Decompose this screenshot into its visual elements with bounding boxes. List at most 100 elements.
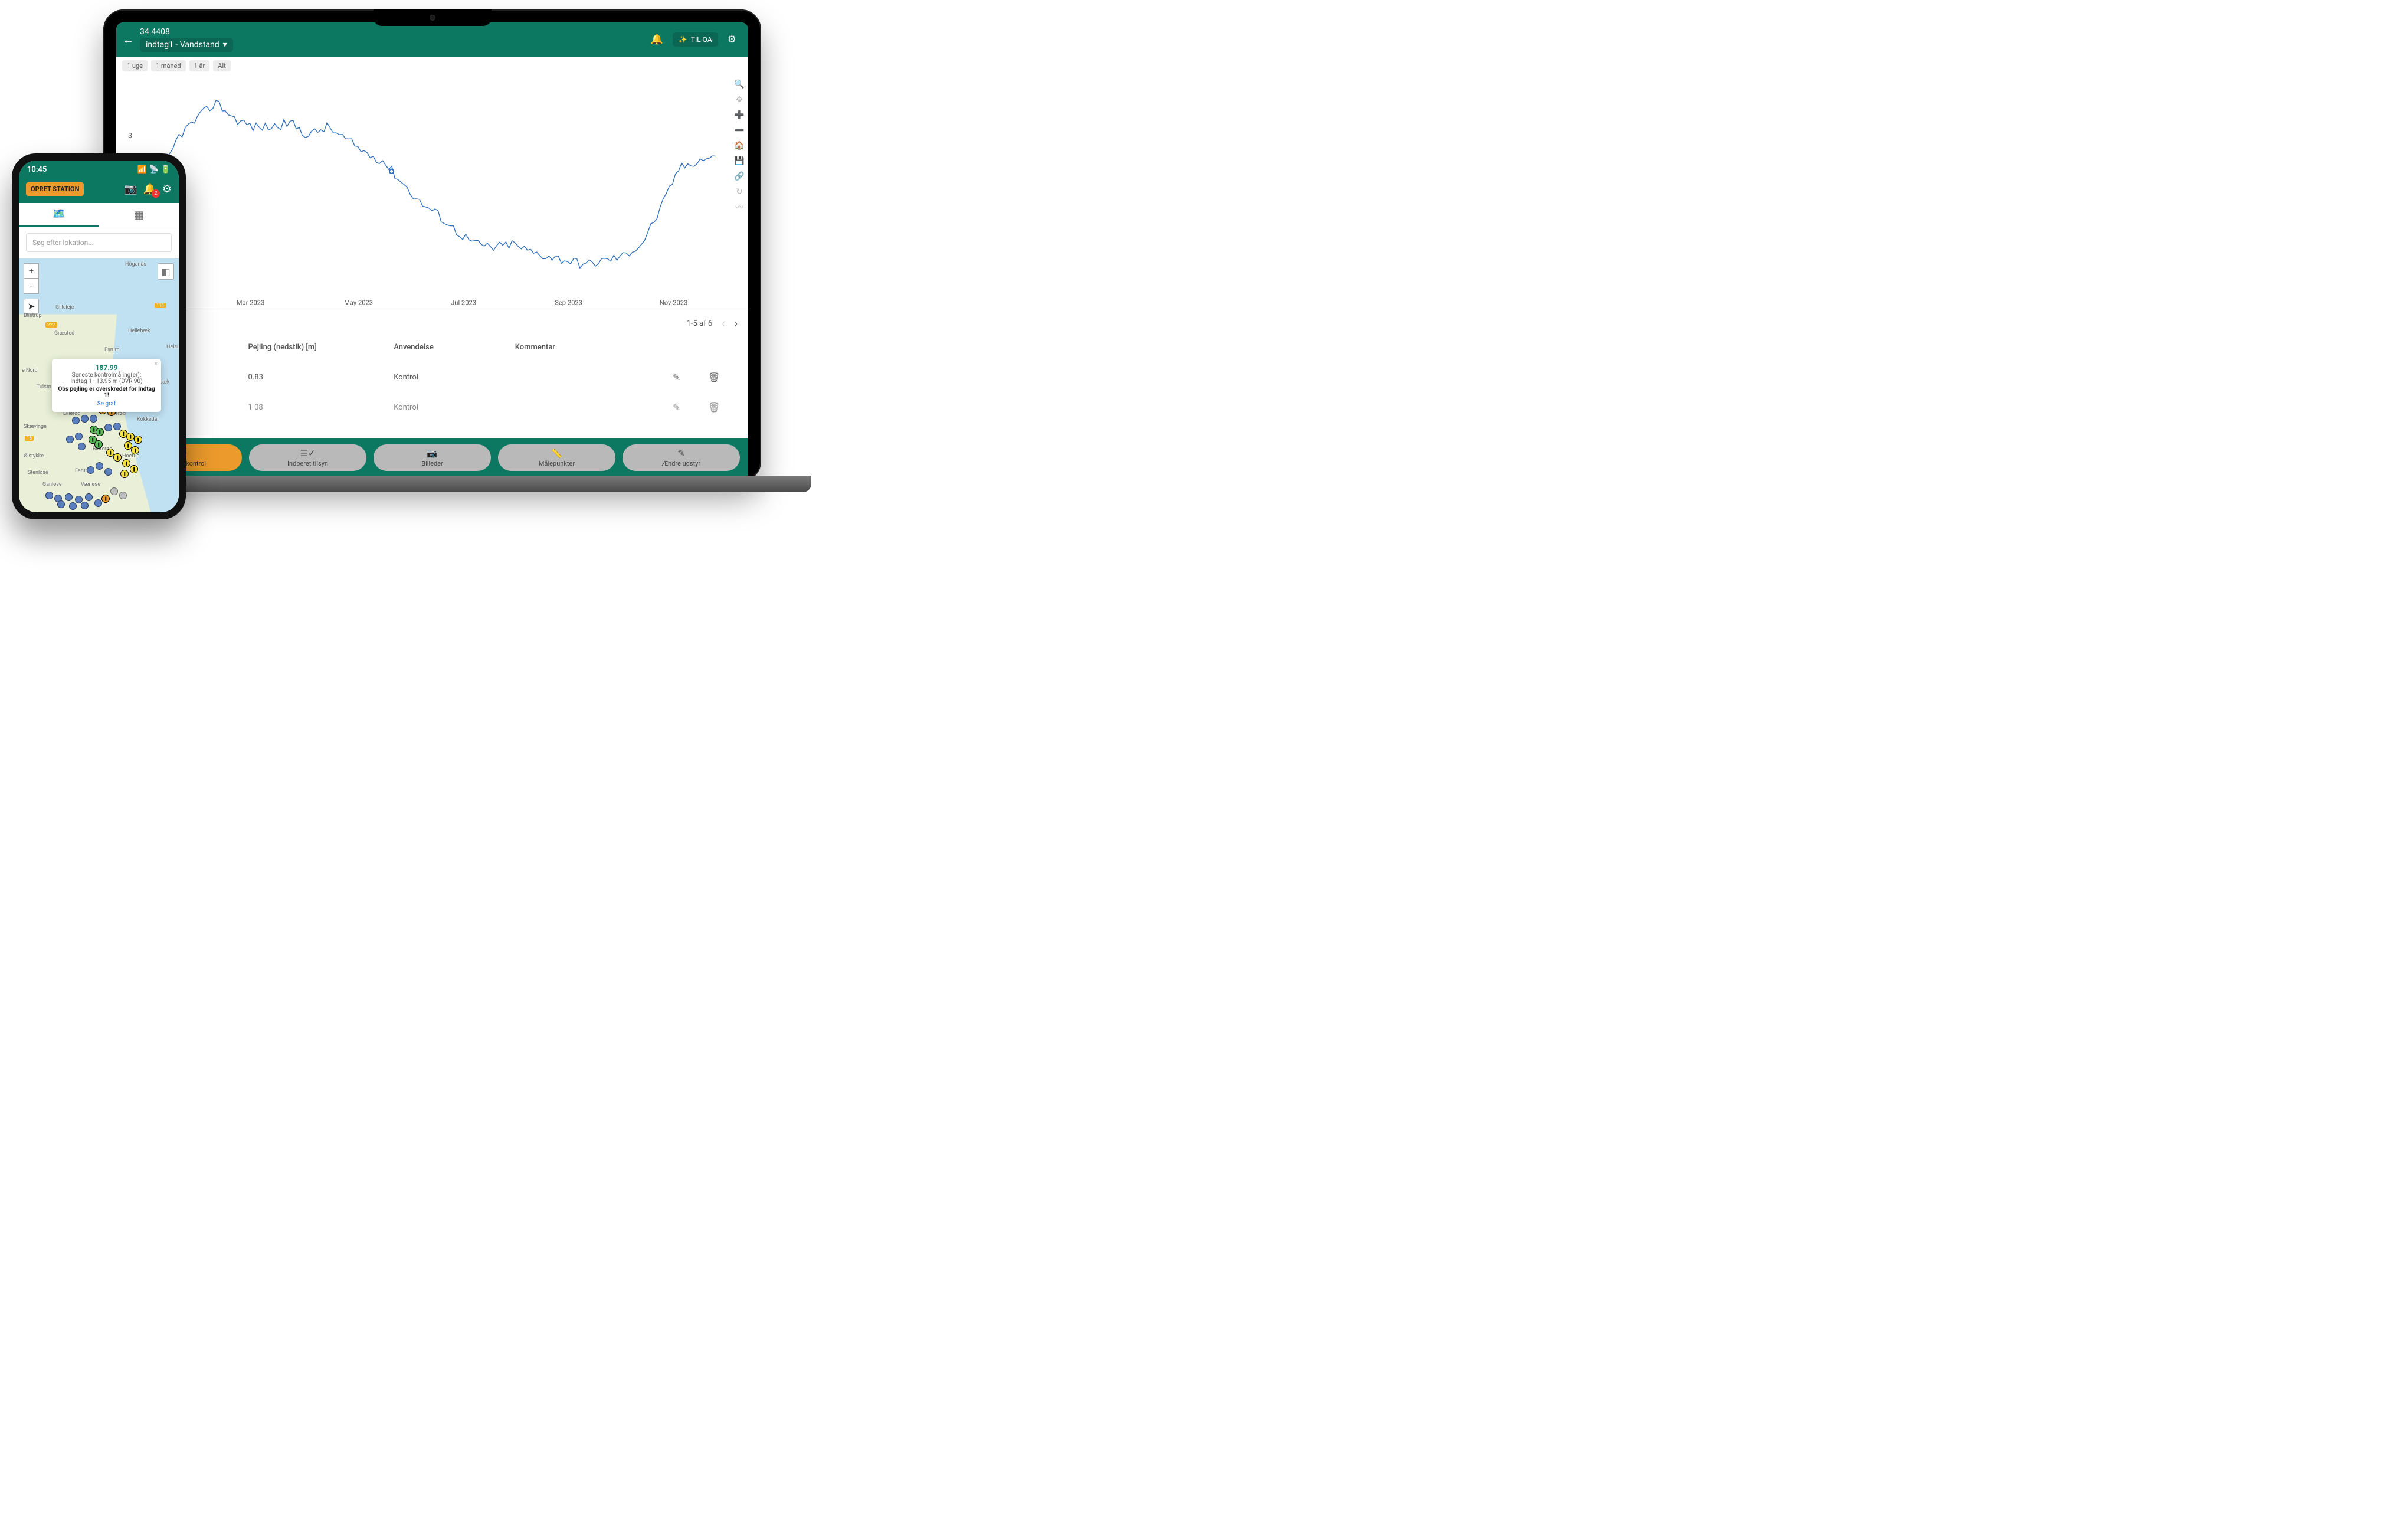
- map-pin[interactable]: [57, 500, 65, 508]
- btn-billeder[interactable]: 📷 Billeder: [374, 444, 491, 471]
- range-1uge[interactable]: 1 uge: [122, 60, 148, 71]
- title-block: 34.4408 indtag1 - Vandstand ▾: [140, 27, 233, 52]
- signal-icon: 📶: [137, 165, 146, 174]
- tab-map[interactable]: 🗺️: [19, 203, 99, 227]
- qa-button[interactable]: ✨ TIL QA: [673, 32, 718, 47]
- tab-table[interactable]: ▦: [99, 203, 179, 227]
- x-tick-mar: Mar 2023: [237, 299, 265, 306]
- delete-icon[interactable]: 🗑: [708, 402, 738, 413]
- map-pin[interactable]: [113, 423, 121, 430]
- map-pin[interactable]: [45, 492, 53, 499]
- refresh-icon[interactable]: ↻: [733, 186, 746, 198]
- chart-marker: [389, 169, 394, 174]
- page-next-icon[interactable]: ›: [735, 318, 738, 330]
- map-pin[interactable]: [131, 446, 139, 454]
- back-icon[interactable]: ←: [122, 32, 134, 47]
- camera-icon: 📷: [427, 448, 438, 459]
- edit-icon[interactable]: ✎: [673, 372, 708, 383]
- popup-line2: Indtag 1 : 13.95 m (DVR 90): [57, 378, 156, 385]
- map-pin[interactable]: [110, 487, 118, 495]
- map-pin[interactable]: [130, 465, 138, 473]
- map-pin[interactable]: [66, 436, 74, 443]
- map-pin[interactable]: [126, 433, 135, 441]
- camera-icon[interactable]: 📷: [124, 183, 137, 195]
- edit-icon[interactable]: ✎: [673, 402, 708, 413]
- place-label: Gilleleje: [55, 305, 74, 310]
- gear-icon[interactable]: ⚙: [162, 183, 172, 195]
- search-input[interactable]: Søg efter lokation...: [26, 233, 172, 252]
- phone-statusbar: 10:45 📶 📡 🔋: [19, 161, 179, 178]
- chevron-down-icon: ▾: [223, 40, 227, 50]
- delete-icon[interactable]: 🗑: [708, 372, 738, 383]
- map-pin[interactable]: [94, 440, 103, 449]
- home-icon[interactable]: 🏠: [733, 140, 746, 152]
- map-pin[interactable]: [96, 428, 104, 436]
- sparkle-icon: ✨: [679, 35, 687, 44]
- btn-indberet-tilsyn[interactable]: ☰✓ Indberet tilsyn: [249, 444, 366, 471]
- popup-line1: Seneste kontrolmåling(er):: [57, 372, 156, 378]
- map-pin[interactable]: [75, 433, 83, 440]
- range-alt[interactable]: Alt: [213, 60, 230, 71]
- btn-label: Målepunkter: [539, 460, 575, 467]
- col-anvendelse: Anvendelse: [394, 343, 515, 352]
- table-icon: ▦: [134, 209, 144, 221]
- zoom-in-button[interactable]: +: [24, 263, 39, 279]
- map-pin[interactable]: [94, 499, 102, 507]
- zoom-in-icon[interactable]: ➕: [733, 109, 746, 121]
- locate-button[interactable]: ➤: [24, 299, 39, 314]
- zoom-icon[interactable]: 🔍: [733, 78, 746, 90]
- map-pin[interactable]: [65, 493, 73, 501]
- save-icon[interactable]: 💾: [733, 155, 746, 167]
- cell-anvendelse: Kontrol: [394, 403, 515, 412]
- map-pin[interactable]: [119, 492, 127, 499]
- pagination-text: 1-5 af 6: [687, 319, 713, 328]
- map-zoom-controls: + − ➤: [24, 263, 39, 314]
- map-pin[interactable]: [104, 468, 112, 476]
- map-pin[interactable]: [87, 466, 94, 474]
- range-1aar[interactable]: 1 år: [189, 60, 210, 71]
- pencil-icon: ✎: [677, 448, 685, 459]
- map-pin[interactable]: [78, 443, 86, 450]
- link-icon[interactable]: 🔗: [733, 171, 746, 182]
- x-tick-sep: Sep 2023: [555, 299, 582, 306]
- gear-icon[interactable]: ⚙: [724, 31, 740, 48]
- btn-aendre-udstyr[interactable]: ✎ Ændre udstyr: [623, 444, 740, 471]
- search-placeholder: Søg efter lokation...: [32, 238, 94, 247]
- zoom-out-icon[interactable]: ➖: [733, 125, 746, 136]
- place-label: Græsted: [54, 330, 74, 336]
- map-pin[interactable]: [134, 436, 142, 444]
- map-pin[interactable]: [81, 415, 89, 423]
- phone-tabs: 🗺️ ▦: [19, 203, 179, 227]
- create-station-button[interactable]: OPRET STATION: [26, 182, 84, 196]
- table-row: 1 08 Kontrol ✎ 🗑: [116, 392, 748, 414]
- timeseries-chart[interactable]: 3 Mar 2023 May 2023 Jul 2023 Sep 2023 No…: [116, 75, 748, 310]
- close-icon[interactable]: ×: [155, 361, 158, 367]
- map-pin[interactable]: [69, 502, 77, 510]
- map-pin[interactable]: [104, 424, 112, 431]
- phone-frame: 10:45 📶 📡 🔋 OPRET STATION 📷 🔔 2 ⚙ 🗺️ ▦ S: [12, 153, 186, 519]
- map[interactable]: + − ➤ ◧ Höganäs Gilleleje Helsi Græsted …: [19, 258, 179, 512]
- page-prev-icon[interactable]: ‹: [722, 318, 725, 330]
- map-pin[interactable]: [120, 470, 129, 478]
- map-pin[interactable]: [90, 415, 97, 423]
- zoom-out-button[interactable]: −: [24, 279, 39, 294]
- pan-icon[interactable]: ✥: [733, 94, 746, 106]
- btn-maalepunkter[interactable]: 📏 Målepunkter: [498, 444, 615, 471]
- bell-icon[interactable]: 🔔: [647, 31, 667, 48]
- map-pin[interactable]: [122, 459, 130, 467]
- map-pin[interactable]: [101, 495, 110, 503]
- range-1maaned[interactable]: 1 måned: [151, 60, 186, 71]
- popup-link[interactable]: Se graf: [57, 401, 156, 407]
- map-pin[interactable]: [85, 493, 93, 501]
- map-pin[interactable]: [81, 502, 89, 509]
- spike-icon[interactable]: 〰: [733, 201, 746, 213]
- map-pin[interactable]: [96, 462, 103, 470]
- map-pin[interactable]: [72, 417, 80, 424]
- map-pin[interactable]: [113, 453, 122, 462]
- x-tick-jul: Jul 2023: [451, 299, 476, 306]
- bell-icon[interactable]: 🔔 2: [143, 183, 156, 195]
- table-header-bar: nger 1-5 af 6 ‹ ›: [116, 310, 748, 337]
- station-dropdown[interactable]: indtag1 - Vandstand ▾: [140, 38, 233, 52]
- qa-label: TIL QA: [691, 35, 712, 44]
- layers-button[interactable]: ◧: [158, 263, 174, 280]
